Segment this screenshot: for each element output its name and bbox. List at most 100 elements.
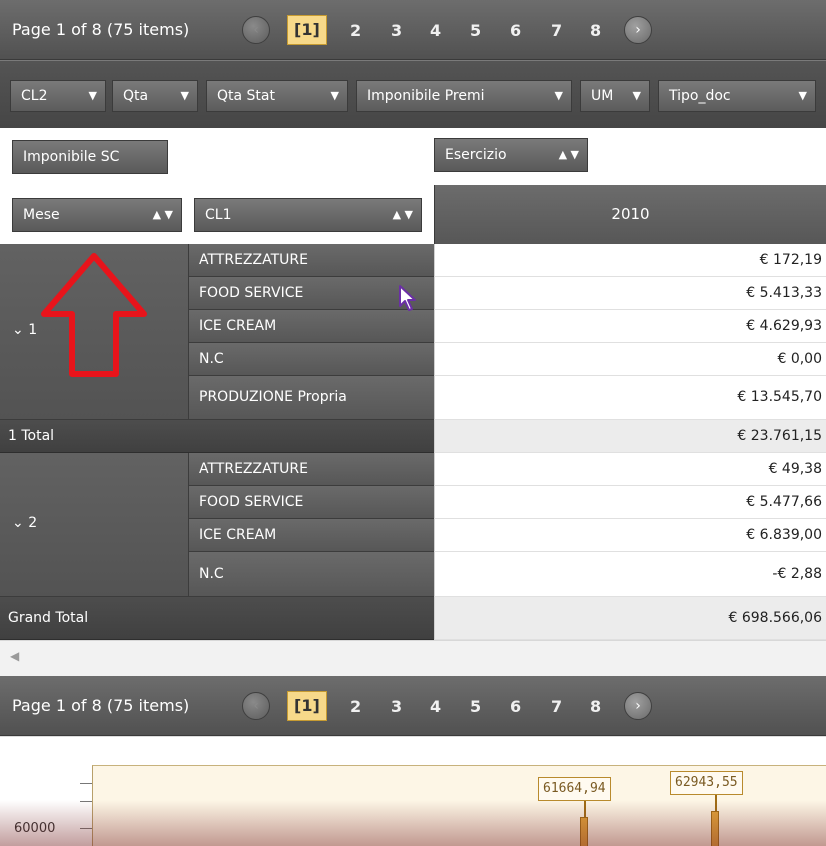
field-label: Tipo_doc [669,88,731,104]
field-imponibile-premi[interactable]: Imponibile Premi ▼ [356,80,572,112]
page-link-6[interactable]: 6 [510,21,521,40]
grand-total-row: Grand Total [0,597,434,640]
y-axis-tick [80,828,92,829]
group-label: 2 [28,515,38,531]
pivot-grid-window: Page 1 of 8 (75 items) ‹ [1] 2 3 4 5 6 7… [0,0,826,846]
column-field-label: Esercizio [445,147,507,163]
column-header-2010[interactable]: 2010 [434,185,826,244]
row-field-cl1[interactable]: CL1 ▲ ▼ [194,198,422,232]
value-cell[interactable]: € 6.839,00 [434,519,826,552]
y-axis-label: 60000 [14,821,56,836]
data-label: 62943,55 [670,771,743,795]
page-link-2[interactable]: 2 [350,21,361,40]
annotation-arrow-icon [41,253,147,377]
previous-page-icon[interactable]: ‹ [242,692,270,720]
next-page-icon[interactable]: › [624,16,652,44]
field-cl2[interactable]: CL2 ▼ [10,80,106,112]
chevron-down-icon: ⌄ [12,515,24,531]
sort-filter-icon[interactable]: ▲ ▼ [153,199,173,231]
group-expander[interactable]: ⌄ 1 [12,322,37,338]
value-cell[interactable]: € 13.545,70 [434,376,826,420]
field-tipo-doc[interactable]: Tipo_doc ▼ [658,80,816,112]
field-label: UM [591,88,614,104]
group-total-value[interactable]: € 23.761,15 [434,420,826,453]
value-cell[interactable]: € 49,38 [434,453,826,486]
data-label: 61664,94 [538,777,611,801]
sort-filter-icon[interactable]: ▲ ▼ [393,199,413,231]
filter-field-area: CL2 ▼ Qta ▼ Qta Stat ▼ Imponibile Premi … [0,60,826,128]
pivot-header-area: Imponibile SC Esercizio ▲ ▼ Mese ▲ ▼ CL1… [0,128,826,244]
mouse-cursor-icon [399,285,416,311]
data-field-label: Imponibile SC [23,149,120,165]
bar-stem [584,801,586,817]
group-expander[interactable]: ⌄ 2 [12,515,37,531]
row-header[interactable]: ICE CREAM [188,519,434,552]
page-link-6[interactable]: 6 [510,697,521,716]
pager-summary: Page 1 of 8 (75 items) [12,20,190,39]
filter-icon[interactable]: ▼ [633,81,641,111]
row-field-label: Mese [23,207,60,223]
pager-summary: Page 1 of 8 (75 items) [12,696,190,715]
page-link-7[interactable]: 7 [551,697,562,716]
page-link-2[interactable]: 2 [350,697,361,716]
column-field-esercizio[interactable]: Esercizio ▲ ▼ [434,138,588,172]
page-link-3[interactable]: 3 [391,697,402,716]
field-label: Qta Stat [217,88,275,104]
value-cell[interactable]: € 5.413,33 [434,277,826,310]
chevron-down-icon: ⌄ [12,322,24,338]
scroll-left-icon[interactable]: ◀ [10,649,19,663]
row-header[interactable]: ATTREZZATURE [188,453,434,486]
page-link-4[interactable]: 4 [430,21,441,40]
next-page-icon[interactable]: › [624,692,652,720]
row-header[interactable]: PRODUZIONE Propria [188,376,434,420]
group-total-row: 1 Total [0,420,434,453]
data-field-imponibile-sc[interactable]: Imponibile SC [12,140,168,174]
row-field-mese[interactable]: Mese ▲ ▼ [12,198,182,232]
row-header[interactable]: N.C [188,552,434,597]
sort-filter-icon[interactable]: ▲ ▼ [559,139,579,171]
page-link-8[interactable]: 8 [590,697,601,716]
group-header-2[interactable]: ⌄ 2 [0,453,188,597]
filter-icon[interactable]: ▼ [799,81,807,111]
row-header[interactable]: ATTREZZATURE [188,244,434,277]
page-link-7[interactable]: 7 [551,21,562,40]
y-axis-tick [80,801,92,802]
filter-icon[interactable]: ▼ [181,81,189,111]
page-link-4[interactable]: 4 [430,697,441,716]
horizontal-scrollbar[interactable]: ◀ [0,640,826,676]
filter-icon[interactable]: ▼ [555,81,563,111]
value-cell[interactable]: € 0,00 [434,343,826,376]
page-link-3[interactable]: 3 [391,21,402,40]
page-link-1[interactable]: [1] [287,691,327,721]
bar-stem [715,795,717,811]
field-label: Qta [123,88,149,104]
previous-page-icon[interactable]: ‹ [242,16,270,44]
page-link-1[interactable]: [1] [287,15,327,45]
value-cell[interactable]: € 172,19 [434,244,826,277]
row-header[interactable]: N.C [188,343,434,376]
top-pager: Page 1 of 8 (75 items) ‹ [1] 2 3 4 5 6 7… [0,0,826,60]
field-qta-stat[interactable]: Qta Stat ▼ [206,80,348,112]
row-header[interactable]: FOOD SERVICE [188,486,434,519]
field-um[interactable]: UM ▼ [580,80,650,112]
chart-bar[interactable] [580,817,588,846]
bottom-pager: Page 1 of 8 (75 items) ‹ [1] 2 3 4 5 6 7… [0,676,826,736]
grand-total-value[interactable]: € 698.566,06 [434,597,826,640]
group-label: 1 [28,322,38,338]
field-label: Imponibile Premi [367,88,485,104]
value-cell[interactable]: -€ 2,88 [434,552,826,597]
field-qta[interactable]: Qta ▼ [112,80,198,112]
field-label: CL2 [21,88,48,104]
filter-icon[interactable]: ▼ [331,81,339,111]
value-cell[interactable]: € 4.629,93 [434,310,826,343]
page-link-5[interactable]: 5 [470,21,481,40]
value-cell[interactable]: € 5.477,66 [434,486,826,519]
page-link-8[interactable]: 8 [590,21,601,40]
page-link-5[interactable]: 5 [470,697,481,716]
pivot-chart: 60000 61664,94 62943,55 [0,736,826,846]
row-field-label: CL1 [205,207,232,223]
filter-icon[interactable]: ▼ [89,81,97,111]
chart-bar[interactable] [711,811,719,846]
row-header[interactable]: ICE CREAM [188,310,434,343]
y-axis-tick [80,783,92,784]
